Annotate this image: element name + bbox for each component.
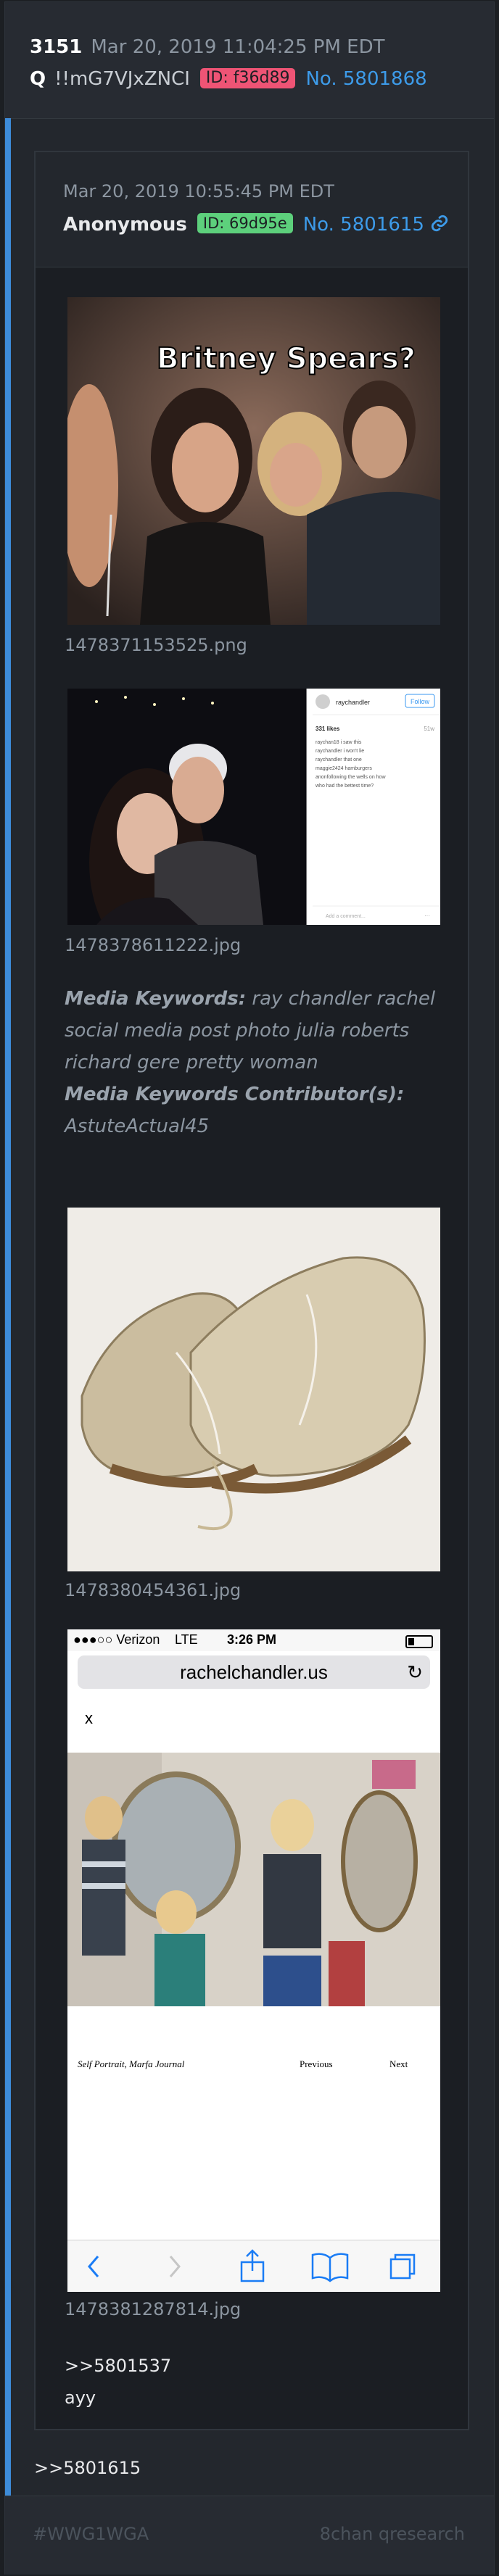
attachment-image-1[interactable]: Britney Spears? bbox=[67, 297, 440, 625]
reload-icon: ↻ bbox=[407, 1661, 423, 1683]
image-1-filename[interactable]: 1478371153525.png bbox=[65, 635, 247, 655]
next-link: Next bbox=[389, 2058, 408, 2069]
phone-close: x bbox=[85, 1709, 93, 1727]
quoted-reply-link[interactable]: >>5801537 bbox=[65, 2356, 171, 2376]
ig-comment: raychandler that one bbox=[316, 757, 362, 763]
page: 3151 Mar 20, 2019 11:04:25 PM EDT Q !!mG7V… bbox=[0, 0, 499, 2576]
quoted-author-line: Anonymous ID: 69d95e No. 5801615 bbox=[63, 213, 449, 236]
quoted-id-badge: ID: 69d95e bbox=[197, 213, 293, 233]
ig-comment: raychan18 i saw this bbox=[316, 740, 362, 745]
post-header: 3151 Mar 20, 2019 11:04:25 PM EDT Q !!mG7V… bbox=[5, 2, 494, 119]
instagram-post: raychandler Follow 331 likes 51w raychan… bbox=[67, 689, 440, 925]
phone-url: rachelchandler.us bbox=[180, 1661, 328, 1683]
quoted-date: Mar 20, 2019 10:55:45 PM EDT bbox=[63, 181, 334, 201]
image-2-filename[interactable]: 1478378611222.jpg bbox=[65, 935, 241, 955]
ig-comment: who had the bettest time? bbox=[315, 784, 374, 789]
party-photo: Britney Spears? bbox=[67, 297, 440, 625]
footer-hashtag: #WWG1WGA bbox=[33, 2524, 149, 2544]
post-number: 3151 bbox=[30, 36, 83, 58]
previous-link: Previous bbox=[300, 2058, 333, 2069]
quoted-post: Mar 20, 2019 10:55:45 PM EDT Anonymous ID… bbox=[34, 151, 469, 2430]
ig-comment: maggie2424 hamburgers bbox=[316, 766, 372, 771]
footer-source: 8chan qresearch bbox=[319, 2524, 465, 2544]
ig-follow-button: Follow bbox=[411, 698, 430, 705]
poster-id-badge: ID: f36d89 bbox=[199, 68, 296, 88]
tabs-icon bbox=[389, 2253, 416, 2280]
tripcode: !!mG7VJxZNCI bbox=[54, 68, 190, 90]
forward-icon bbox=[169, 2256, 181, 2277]
post-meta-line: 3151 Mar 20, 2019 11:04:25 PM EDT bbox=[30, 34, 384, 60]
post-card: 3151 Mar 20, 2019 11:04:25 PM EDT Q !!mG7V… bbox=[4, 1, 495, 2575]
ig-time: 51w bbox=[424, 726, 434, 732]
children-photo bbox=[67, 1753, 440, 2006]
quoted-reply-text: ayy bbox=[65, 2388, 96, 2408]
post-reply-link[interactable]: >>5801615 bbox=[34, 2458, 141, 2478]
quoted-author: Anonymous bbox=[63, 214, 187, 236]
photo-caption: Self Portrait, Marfa Journal bbox=[78, 2058, 185, 2069]
media-keywords: Media Keywords: ray chandler rachel soci… bbox=[65, 983, 442, 1142]
ig-likes: 331 likes bbox=[316, 726, 340, 732]
phone-status-bar: ●●●○○ Verizon LTE 3:26 PM bbox=[67, 1629, 440, 1651]
share-icon bbox=[240, 2249, 265, 2282]
post-author-line: Q !!mG7VJxZNCI ID: f36d89 No. 5801868 bbox=[30, 66, 427, 92]
quoted-number-link[interactable]: No. 5801615 bbox=[303, 214, 424, 236]
bookmarks-icon bbox=[311, 2253, 349, 2282]
post-date: Mar 20, 2019 11:04:25 PM EDT bbox=[91, 36, 385, 58]
attachment-image-3[interactable] bbox=[67, 1208, 440, 1571]
post-footer: #WWG1WGA 8chan qresearch bbox=[5, 2496, 494, 2575]
battery-icon bbox=[405, 1635, 433, 1648]
image-3-filename[interactable]: 1478380454361.jpg bbox=[65, 1580, 241, 1600]
carrier: ●●●○○ Verizon bbox=[73, 1632, 160, 1647]
keywords-label: Media Keywords: bbox=[65, 988, 247, 1010]
thread-bar bbox=[5, 118, 11, 2574]
phone-url-bar: rachelchandler.us ↻ bbox=[78, 1655, 430, 1689]
author-name: Q bbox=[30, 68, 46, 90]
contributors-text: AstuteActual45 bbox=[65, 1115, 210, 1137]
ig-comment: anonfollowing the wells on how bbox=[316, 775, 386, 780]
ig-add-comment: Add a comment... bbox=[326, 914, 366, 919]
quoted-header: Mar 20, 2019 10:55:45 PM EDT Anonymous ID… bbox=[36, 152, 468, 267]
sneakers-photo bbox=[67, 1208, 440, 1571]
phone-time: 3:26 PM bbox=[227, 1632, 277, 1647]
back-icon bbox=[88, 2256, 99, 2277]
post-number-link[interactable]: No. 5801868 bbox=[305, 68, 426, 90]
meme-caption: Britney Spears? bbox=[157, 342, 416, 375]
contributors-label: Media Keywords Contributor(s): bbox=[65, 1084, 405, 1105]
network: LTE bbox=[175, 1632, 198, 1647]
ig-more: ··· bbox=[424, 913, 430, 919]
image-4-filename[interactable]: 1478381287814.jpg bbox=[65, 2299, 241, 2319]
attachment-image-2[interactable]: raychandler Follow 331 likes 51w raychan… bbox=[67, 689, 440, 925]
ig-username: raychandler bbox=[336, 699, 370, 706]
attachment-image-4[interactable]: ●●●○○ Verizon LTE 3:26 PM rachelchandler… bbox=[67, 1629, 440, 2292]
link-icon[interactable] bbox=[430, 214, 449, 233]
ig-comment: raychandler i won't lie bbox=[316, 749, 364, 754]
safari-toolbar bbox=[67, 2240, 440, 2292]
